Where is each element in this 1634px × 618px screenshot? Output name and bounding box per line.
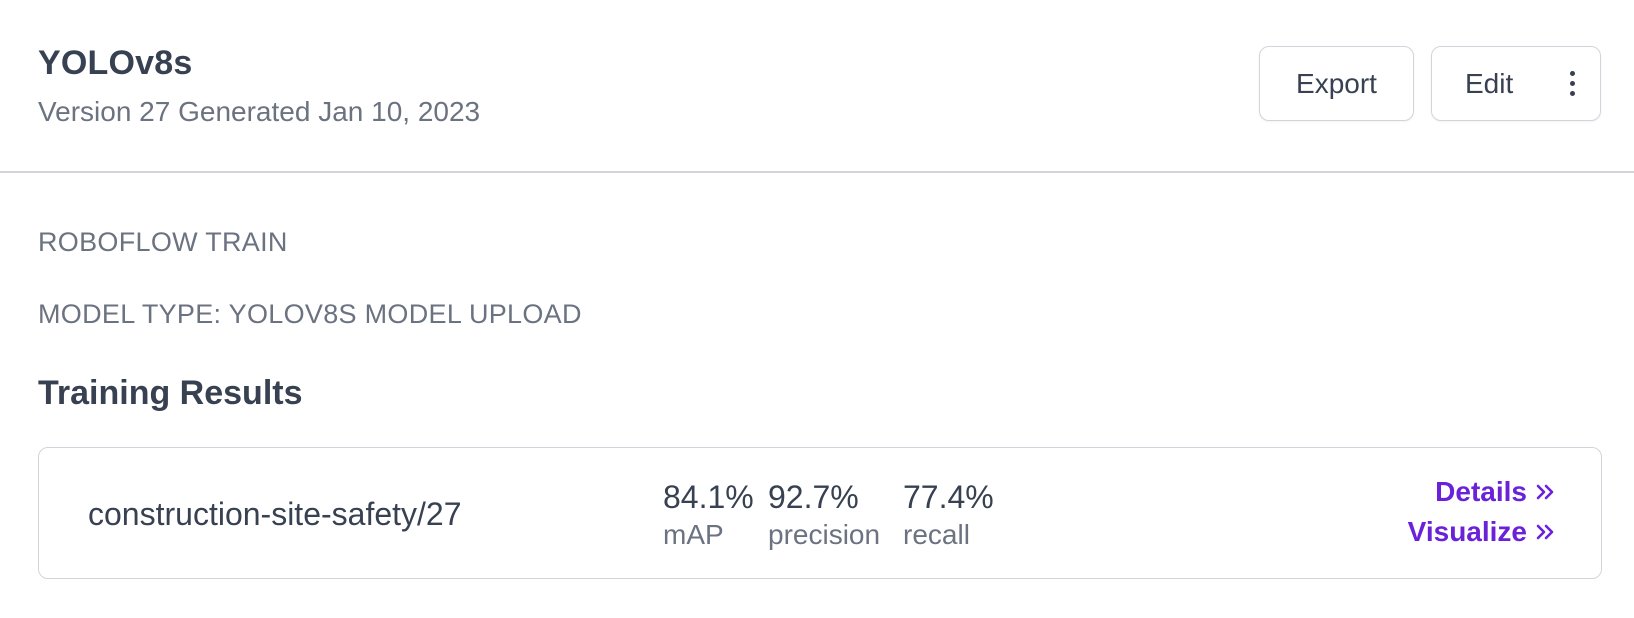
- metric-map-label: mAP: [663, 519, 724, 550]
- edit-button-label: Edit: [1465, 67, 1514, 99]
- details-link-label: Details: [1435, 476, 1527, 507]
- metric-map-value: 84.1%: [663, 479, 754, 515]
- visualize-link[interactable]: Visualize: [1408, 516, 1555, 548]
- edit-button[interactable]: Edit: [1431, 46, 1601, 121]
- metric-map: 84.1% mAP: [663, 478, 754, 554]
- export-button-label: Export: [1296, 67, 1377, 99]
- visualize-link-label: Visualize: [1407, 516, 1527, 547]
- metric-precision-value: 92.7%: [768, 479, 859, 515]
- metric-recall: 77.4% recall: [903, 478, 994, 554]
- metric-precision: 92.7% precision: [768, 478, 880, 554]
- version-subtitle: Version 27 Generated Jan 10, 2023: [38, 96, 481, 127]
- model-name: construction-site-safety/27: [88, 496, 462, 532]
- train-source-label: ROBOFLOW TRAIN: [38, 227, 288, 257]
- page-title: YOLOv8s: [38, 44, 193, 82]
- double-chevron-right-icon: [1535, 522, 1555, 542]
- model-type-label: MODEL TYPE: YOLOV8S MODEL UPLOAD: [38, 299, 582, 329]
- details-link[interactable]: Details: [1435, 476, 1555, 508]
- metric-recall-value: 77.4%: [903, 479, 994, 515]
- kebab-menu-icon[interactable]: [1568, 71, 1576, 96]
- metric-precision-label: precision: [768, 519, 881, 550]
- training-results-card: construction-site-safety/27 84.1% mAP 92…: [38, 447, 1602, 579]
- export-button[interactable]: Export: [1259, 46, 1414, 121]
- page-header: YOLOv8s Version 27 Generated Jan 10, 202…: [0, 0, 1634, 173]
- double-chevron-right-icon: [1535, 482, 1555, 502]
- training-results-heading: Training Results: [38, 374, 303, 412]
- metric-recall-label: recall: [903, 519, 970, 550]
